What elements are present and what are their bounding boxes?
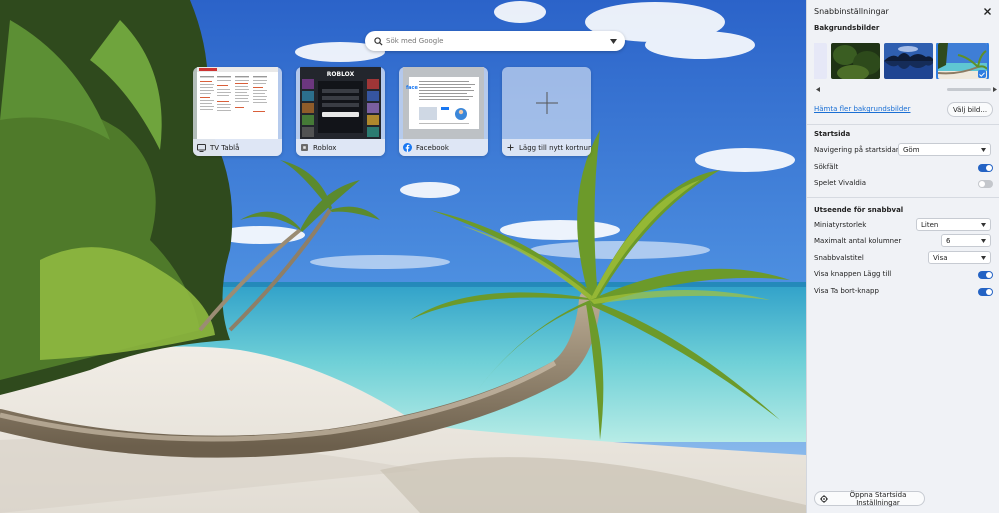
toggle-knob — [979, 181, 985, 187]
speed-dial-title: TV Tablå — [210, 143, 240, 152]
tv-icon — [197, 143, 206, 152]
speed-dial-title: Roblox — [313, 143, 337, 152]
selected-check-icon — [978, 70, 986, 78]
vivaldia-game-toggle[interactable] — [978, 180, 993, 188]
wallpaper-thumb-beach-selected[interactable] — [936, 43, 989, 79]
show-delete-button-label: Visa Ta bort-knapp — [814, 287, 879, 295]
select-value: 6 — [946, 236, 951, 245]
max-columns-select[interactable]: 6 — [941, 234, 991, 247]
thumbnail-size-select[interactable]: Liten — [916, 218, 991, 231]
wallpaper-thumb-lake[interactable] — [884, 43, 933, 79]
panel-title: Snabbinställningar — [814, 7, 889, 16]
search-engine-dropdown-icon[interactable] — [609, 37, 617, 45]
section-divider — [807, 197, 999, 198]
show-add-button-label: Visa knappen Lägg till — [814, 270, 892, 278]
chevron-down-icon — [980, 255, 986, 261]
svg-text:ROBLOX: ROBLOX — [327, 71, 355, 78]
speed-dial-title-label: Snabbvalstitel — [814, 254, 864, 262]
vivaldia-game-label: Spelet Vivaldia — [814, 179, 867, 187]
speed-dial-appearance-section-title: Utseende för snabbval — [814, 206, 904, 214]
startpage-navigation-label: Navigering på startsidan — [814, 146, 901, 154]
facebook-icon — [403, 143, 412, 152]
speed-dial-add-new[interactable]: Lägg till nytt kortnum... — [502, 67, 591, 156]
open-settings-label: Öppna Startsida Inställningar — [849, 490, 907, 507]
thumbnail-size-label: Miniatyrstorlek — [814, 221, 867, 229]
toggle-knob — [986, 165, 992, 171]
search-bar[interactable] — [365, 31, 625, 51]
speed-dial-label: TV Tablå — [193, 139, 282, 156]
scroll-left-arrow-icon[interactable] — [814, 86, 821, 93]
startpage-navigation-select[interactable]: Göm — [898, 143, 991, 156]
scroll-right-arrow-icon[interactable] — [991, 86, 998, 93]
chevron-down-icon — [980, 222, 986, 228]
scrollbar-thumb[interactable] — [947, 88, 991, 91]
wallpaper-thumbnails — [814, 43, 998, 79]
roblox-icon — [300, 143, 309, 152]
speed-dial-title-select[interactable]: Visa — [928, 251, 991, 264]
speed-dial-title: Lägg till nytt kortnum... — [519, 143, 591, 152]
gear-icon — [820, 494, 828, 503]
close-icon[interactable] — [982, 6, 992, 16]
plus-icon — [506, 143, 515, 152]
startpage-section-title: Startsida — [814, 130, 851, 138]
google-search-icon — [373, 36, 383, 46]
speed-dial-label: Roblox — [296, 139, 385, 156]
show-add-button-toggle[interactable] — [978, 271, 993, 279]
speed-dial-roblox[interactable]: ROBLOX Roblox — [296, 67, 385, 156]
speed-dial-thumbnail: ROBLOX — [300, 67, 381, 139]
choose-image-button[interactable]: Välj bild... — [947, 102, 993, 117]
search-field-toggle[interactable] — [978, 164, 993, 172]
wallpaper-horizontal-scrollbar[interactable] — [814, 86, 998, 93]
toggle-knob — [986, 272, 992, 278]
select-value: Göm — [903, 145, 920, 154]
get-more-backgrounds-link[interactable]: Hämta fler bakgrundsbilder — [814, 105, 910, 113]
speed-dial-thumbnail — [197, 67, 278, 139]
speed-dial-facebook[interactable]: face Facebook — [399, 67, 488, 156]
speed-dial-label: Lägg till nytt kortnum... — [502, 139, 591, 156]
speed-dial-label: Facebook — [399, 139, 488, 156]
search-field-label: Sökfält — [814, 163, 839, 171]
speed-dial-thumbnail: face — [403, 67, 484, 139]
speed-dial-title: Facebook — [416, 143, 449, 152]
select-value: Visa — [933, 253, 948, 262]
add-speed-dial-plus-icon — [502, 67, 591, 139]
max-columns-label: Maximalt antal kolumner — [814, 237, 902, 245]
backgrounds-section-title: Bakgrundsbilder — [814, 24, 880, 32]
chevron-down-icon — [980, 147, 986, 153]
select-value: Liten — [921, 220, 939, 229]
svg-text:face: face — [406, 85, 419, 91]
search-input[interactable] — [386, 37, 609, 45]
wallpaper-thumb-forest[interactable] — [831, 43, 880, 79]
show-delete-button-toggle[interactable] — [978, 288, 993, 296]
quick-settings-panel: Snabbinställningar Bakgrundsbilder Hämta… — [806, 0, 999, 513]
toggle-knob — [986, 289, 992, 295]
chevron-down-icon — [980, 238, 986, 244]
wallpaper-thumb[interactable] — [814, 43, 827, 79]
section-divider — [807, 124, 999, 125]
open-startpage-settings-button[interactable]: Öppna Startsida Inställningar — [814, 490, 925, 507]
speed-dial-tv-tabla[interactable]: TV Tablå — [193, 67, 282, 156]
